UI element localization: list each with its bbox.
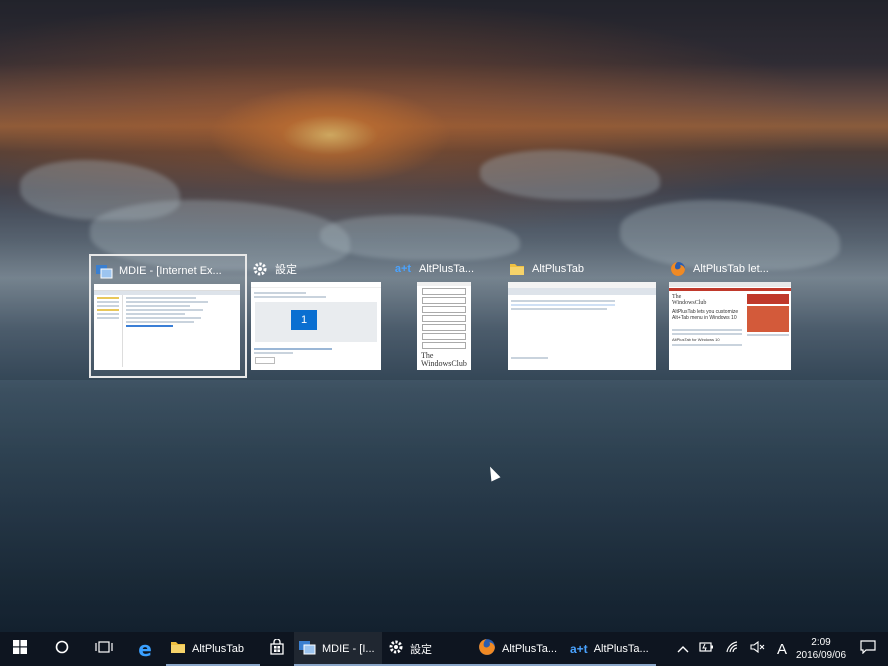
window-thumbnail: 1	[251, 282, 381, 370]
taskbar-firefox[interactable]: AltPlusTa...	[474, 632, 566, 666]
ad-banner	[747, 294, 789, 304]
tile-title: 設定	[275, 264, 297, 276]
system-tray: A 2:09 2016/09/06	[672, 632, 888, 666]
switcher-tile-firefox[interactable]: AltPlusTab let... The WindowsClub AltPlu…	[669, 254, 791, 372]
file-list-pane	[123, 295, 240, 367]
gear-icon	[388, 639, 404, 660]
mdie-icon	[298, 638, 316, 661]
edge-icon: e	[138, 637, 152, 661]
wifi-icon	[725, 640, 741, 659]
window-thumbnail	[508, 282, 656, 370]
thewindowsclub-logo-line2: WindowsClub	[672, 300, 707, 306]
battery-plug-icon	[699, 640, 715, 658]
clock-time: 2:09	[811, 637, 831, 648]
tile-header: AltPlusTab	[508, 260, 584, 278]
mdie-icon	[95, 262, 113, 280]
window-thumbnail	[94, 284, 240, 370]
display-number: 1	[291, 310, 317, 330]
start-button[interactable]	[0, 632, 40, 666]
taskbar-explorer[interactable]: AltPlusTab	[166, 632, 260, 666]
network-tray-button[interactable]	[720, 632, 746, 666]
article-subhead: AltPlusTab for Windows 10	[672, 337, 720, 342]
volume-tray-button[interactable]	[746, 632, 770, 666]
ad-image	[747, 306, 789, 332]
tile-title: AltPlusTab	[532, 263, 584, 275]
article-headline: AltPlusTab lets you customize Alt+Tab me…	[672, 309, 739, 321]
tree-pane	[94, 295, 123, 367]
speaker-muted-icon	[750, 640, 766, 658]
clock[interactable]: 2:09 2016/09/06	[794, 632, 848, 666]
taskbar-label: MDIE - [I...	[322, 643, 375, 655]
chevron-up-icon	[677, 640, 689, 658]
switcher-tile-mdie[interactable]: MDIE - [Internet Ex...	[89, 254, 247, 378]
windows-start-icon	[13, 639, 27, 659]
taskbar-label: 設定	[410, 644, 432, 656]
taskbar-label: AltPlusTab	[192, 643, 244, 655]
cortana-button[interactable]	[40, 632, 84, 666]
task-view-icon	[95, 640, 113, 659]
switcher-tile-explorer[interactable]: AltPlusTab	[508, 254, 656, 372]
tile-title: AltPlusTab let...	[693, 263, 769, 275]
switcher-tile-settings[interactable]: 設定 1	[251, 254, 381, 372]
window-thumbnail: The WindowsClub AltPlusTab lets you cust…	[669, 282, 791, 370]
tile-header: a+t AltPlusTa...	[393, 260, 474, 278]
clock-date: 2016/09/06	[795, 650, 847, 661]
altplustab-icon: a+t	[570, 642, 588, 656]
notification-icon	[860, 639, 876, 659]
power-tray-button[interactable]	[694, 632, 720, 666]
show-hidden-icons-button[interactable]	[672, 632, 694, 666]
firefox-icon	[478, 638, 496, 661]
action-center-button[interactable]	[848, 632, 888, 666]
taskbar-mdie[interactable]: MDIE - [I...	[294, 632, 382, 666]
firefox-icon	[669, 260, 687, 278]
taskbar-altplustab[interactable]: a+t AltPlusTa...	[566, 632, 656, 666]
switcher-tile-altplustab-app[interactable]: a+t AltPlusTa... The WindowsClub	[393, 254, 497, 372]
taskbar-settings[interactable]: 設定	[382, 632, 474, 666]
ime-indicator[interactable]: A	[770, 632, 794, 666]
tile-title: AltPlusTa...	[419, 263, 475, 275]
cortana-circle-icon	[55, 640, 69, 659]
display-preview: 1	[255, 302, 377, 342]
taskbar-store[interactable]	[260, 632, 294, 666]
folder-icon	[508, 260, 526, 278]
folder-icon	[170, 639, 186, 660]
gear-icon	[251, 260, 269, 278]
tile-header: AltPlusTab let...	[669, 260, 769, 278]
tile-header: MDIE - [Internet Ex...	[95, 262, 222, 280]
taskbar-label: AltPlusTa...	[593, 643, 649, 655]
thewindowsclub-logo: The WindowsClub	[421, 351, 467, 368]
tile-header: 設定	[251, 260, 297, 278]
task-view-button[interactable]	[84, 632, 124, 666]
tile-title: MDIE - [Internet Ex...	[119, 265, 222, 277]
taskbar: e AltPlusTab MDIE - [I... 設定 AltPlusTa..…	[0, 632, 888, 666]
store-icon	[269, 637, 285, 660]
window-thumbnail: The WindowsClub	[417, 282, 471, 370]
taskbar-edge[interactable]: e	[124, 632, 166, 666]
taskbar-label: AltPlusTa...	[502, 643, 558, 655]
altplustab-icon: a+t	[394, 263, 412, 275]
